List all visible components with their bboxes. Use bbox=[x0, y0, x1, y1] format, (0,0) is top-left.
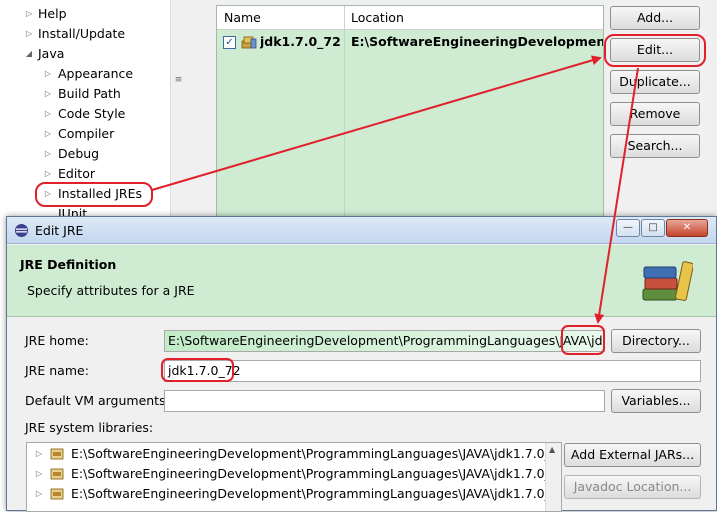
banner-title: JRE Definition bbox=[20, 257, 117, 272]
search-button[interactable]: Search... bbox=[610, 134, 700, 158]
tree-item-label: Install/Update bbox=[38, 26, 126, 41]
expand-arrow-icon[interactable]: ▷ bbox=[43, 65, 53, 83]
variables-button[interactable]: Variables... bbox=[611, 389, 701, 413]
vm-arguments-label: Default VM arguments: bbox=[25, 393, 170, 408]
tree-item-label: Java bbox=[38, 46, 65, 61]
tree-scrollbar[interactable]: ≡ bbox=[170, 0, 186, 230]
jre-library-icon bbox=[241, 36, 257, 49]
minimize-icon[interactable]: — bbox=[616, 219, 640, 237]
expand-arrow-icon[interactable]: ▷ bbox=[43, 105, 53, 123]
expand-arrow-icon[interactable]: ▷ bbox=[43, 85, 53, 103]
expand-arrow-icon[interactable]: ▷ bbox=[24, 5, 34, 23]
collapse-arrow-icon[interactable]: ◢ bbox=[24, 45, 34, 63]
expand-arrow-icon[interactable]: ▷ bbox=[34, 484, 44, 504]
tree-item-label: Code Style bbox=[58, 106, 126, 121]
library-path: E:\SoftwareEngineeringDevelopment\Progra… bbox=[71, 466, 547, 481]
eclipse-icon bbox=[15, 224, 28, 237]
expand-arrow-icon[interactable]: ▷ bbox=[34, 444, 44, 464]
duplicate-button[interactable]: Duplicate... bbox=[610, 70, 700, 94]
table-row[interactable]: ✓ jdk1.7.0_72 ... E:\SoftwareEngineering… bbox=[217, 32, 603, 52]
edit-jre-dialog: Edit JRE — □ ✕ JRE Definition Specify at… bbox=[6, 216, 717, 512]
library-books-icon bbox=[642, 261, 693, 301]
jre-location-cell: E:\SoftwareEngineeringDevelopment\Progra… bbox=[351, 34, 603, 49]
dialog-titlebar[interactable]: Edit JRE — □ ✕ bbox=[7, 217, 716, 244]
tree-item-label: Appearance bbox=[58, 66, 134, 81]
column-gridline bbox=[344, 30, 345, 230]
close-icon[interactable]: ✕ bbox=[666, 219, 708, 237]
table-header: Name Location bbox=[217, 6, 603, 30]
preferences-tree: ▷ Help ▷ Install/Update ◢ Java ▷ Appeara… bbox=[0, 0, 186, 230]
system-libraries-label: JRE system libraries: bbox=[25, 420, 154, 435]
jre-home-input[interactable]: E:\SoftwareEngineeringDevelopment\Progra… bbox=[164, 330, 605, 352]
jre-home-label: JRE home: bbox=[25, 333, 89, 348]
jre-name-cell: jdk1.7.0_72 ... bbox=[260, 34, 345, 49]
tree-item-label: Compiler bbox=[58, 126, 115, 141]
add-button[interactable]: Add... bbox=[610, 6, 700, 30]
column-header-name[interactable]: Name bbox=[217, 6, 261, 30]
remove-button[interactable]: Remove bbox=[610, 102, 700, 126]
edit-button[interactable]: Edit... bbox=[610, 38, 700, 62]
tree-item-label: Editor bbox=[58, 166, 95, 181]
jar-icon bbox=[50, 488, 64, 500]
vm-arguments-input[interactable] bbox=[164, 390, 605, 412]
column-header-location[interactable]: Location bbox=[344, 6, 404, 30]
list-item[interactable]: ▷ E:\SoftwareEngineeringDevelopment\Prog… bbox=[27, 464, 547, 484]
expand-arrow-icon[interactable]: ▷ bbox=[34, 464, 44, 484]
tree-item-label: Help bbox=[38, 6, 67, 21]
libraries-scrollbar[interactable]: ▲ bbox=[545, 443, 561, 511]
expand-arrow-icon[interactable]: ▷ bbox=[43, 165, 53, 183]
scroll-up-icon[interactable]: ▲ bbox=[549, 445, 555, 454]
maximize-icon[interactable]: □ bbox=[641, 219, 665, 237]
dialog-title: Edit JRE bbox=[35, 223, 84, 238]
list-item[interactable]: ▷ E:\SoftwareEngineeringDevelopment\Prog… bbox=[27, 484, 547, 504]
add-external-jars-button[interactable]: Add External JARs... bbox=[564, 443, 701, 467]
expand-arrow-icon[interactable]: ▷ bbox=[43, 125, 53, 143]
tree-item-label: Build Path bbox=[58, 86, 121, 101]
preferences-window: ▷ Help ▷ Install/Update ◢ Java ▷ Appeara… bbox=[0, 0, 717, 230]
javadoc-location-button: Javadoc Location... bbox=[564, 475, 701, 499]
expand-arrow-icon[interactable]: ▷ bbox=[43, 185, 53, 203]
list-item[interactable]: ▷ E:\SoftwareEngineeringDevelopment\Prog… bbox=[27, 444, 547, 464]
banner-subtitle: Specify attributes for a JRE bbox=[27, 283, 195, 298]
expand-arrow-icon[interactable]: ▷ bbox=[43, 145, 53, 163]
jar-icon bbox=[50, 448, 64, 460]
tree-item-label: Debug bbox=[58, 146, 100, 161]
jre-name-input[interactable]: jdk1.7.0_72 bbox=[164, 360, 701, 382]
installed-jres-table[interactable]: Name Location ✓ jdk1.7.0_72 ... E:\Softw… bbox=[216, 5, 604, 230]
directory-button[interactable]: Directory... bbox=[611, 329, 701, 353]
dialog-banner: JRE Definition Specify attributes for a … bbox=[7, 245, 716, 317]
library-path: E:\SoftwareEngineeringDevelopment\Progra… bbox=[71, 486, 547, 501]
library-path: E:\SoftwareEngineeringDevelopment\Progra… bbox=[71, 446, 547, 461]
jre-name-label: JRE name: bbox=[25, 363, 89, 378]
expand-arrow-icon[interactable]: ▷ bbox=[24, 25, 34, 43]
system-libraries-list[interactable]: ▷ E:\SoftwareEngineeringDevelopment\Prog… bbox=[26, 442, 562, 512]
scrollbar-grip-icon[interactable]: ≡ bbox=[173, 60, 184, 100]
tree-item-label: Installed JREs bbox=[58, 186, 143, 201]
row-checkbox[interactable]: ✓ bbox=[223, 36, 236, 49]
jar-icon bbox=[50, 468, 64, 480]
